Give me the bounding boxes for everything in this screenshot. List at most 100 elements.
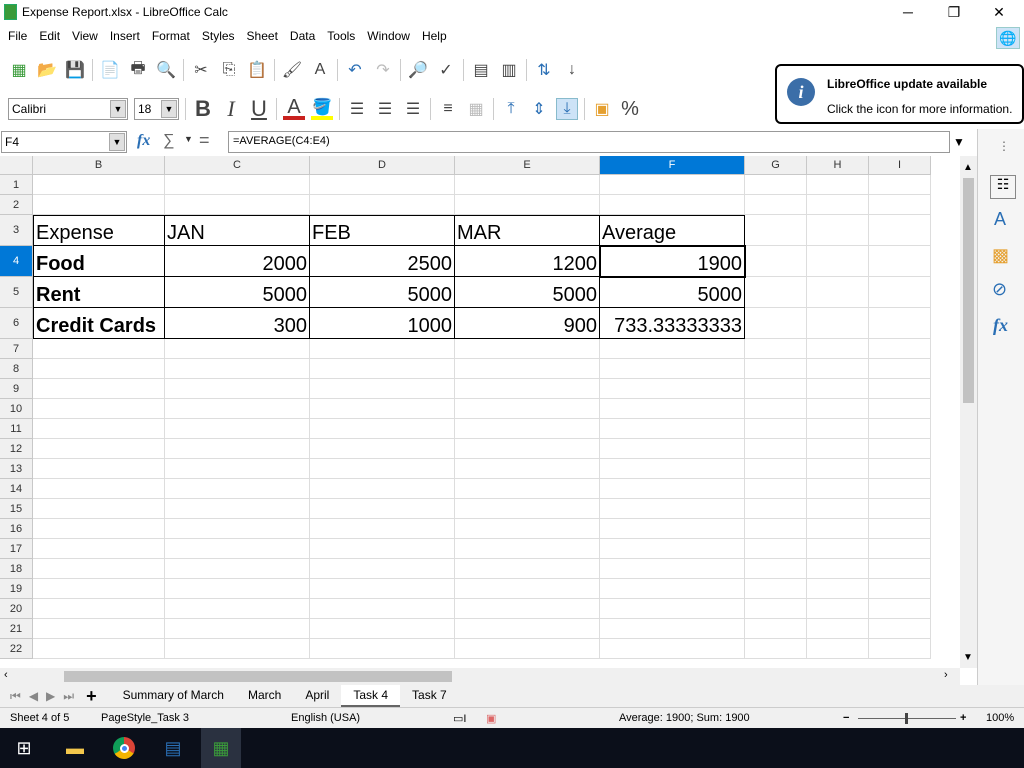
zoom-level[interactable]: 100%: [986, 712, 1014, 724]
menu-insert[interactable]: Insert: [104, 25, 146, 49]
row-icon[interactable]: ▤: [470, 59, 492, 81]
cell[interactable]: [33, 399, 165, 419]
cell[interactable]: [310, 459, 455, 479]
cell[interactable]: [165, 639, 310, 659]
cell[interactable]: [869, 619, 931, 639]
sheet-tab[interactable]: Summary of March: [111, 685, 236, 708]
cell[interactable]: [165, 559, 310, 579]
cell[interactable]: [33, 459, 165, 479]
cell[interactable]: [600, 439, 745, 459]
sheet-tab[interactable]: Task 7: [400, 685, 459, 708]
cell[interactable]: [310, 399, 455, 419]
select-all-corner[interactable]: [0, 156, 33, 175]
row-header[interactable]: 17: [0, 539, 33, 559]
cell[interactable]: [869, 175, 931, 195]
cell[interactable]: [745, 439, 807, 459]
currency-icon[interactable]: ▣: [591, 98, 613, 120]
cell[interactable]: [310, 359, 455, 379]
selection-mode-icon[interactable]: ▭I: [453, 712, 466, 725]
print-icon[interactable]: 🖶: [127, 59, 149, 81]
cell[interactable]: [807, 379, 869, 399]
menu-tools[interactable]: Tools: [321, 25, 361, 49]
cell[interactable]: [869, 579, 931, 599]
zoom-out-icon[interactable]: −: [843, 712, 849, 724]
cell[interactable]: [869, 215, 931, 246]
print-preview-icon[interactable]: 🔍: [155, 59, 177, 81]
row-header[interactable]: 5: [0, 277, 33, 308]
column-header[interactable]: G: [745, 156, 807, 175]
sort-icon[interactable]: ⇅: [533, 59, 555, 81]
cell[interactable]: [165, 619, 310, 639]
cell[interactable]: [165, 519, 310, 539]
cell[interactable]: [600, 359, 745, 379]
column-header[interactable]: H: [807, 156, 869, 175]
previous-sheet-icon[interactable]: ◀: [29, 689, 38, 703]
underline-button[interactable]: U: [248, 96, 270, 121]
cell[interactable]: [807, 459, 869, 479]
cell[interactable]: [165, 539, 310, 559]
row-header[interactable]: 10: [0, 399, 33, 419]
cell[interactable]: [807, 619, 869, 639]
cell[interactable]: [33, 579, 165, 599]
last-sheet-icon[interactable]: ⏭: [63, 689, 74, 704]
paste-icon[interactable]: 📋: [246, 59, 268, 81]
maximize-button[interactable]: ❐: [939, 2, 969, 22]
zoom-slider-handle[interactable]: [905, 713, 908, 724]
cell[interactable]: [869, 246, 931, 277]
cell[interactable]: [455, 195, 600, 215]
menu-format[interactable]: Format: [146, 25, 196, 49]
cell[interactable]: [745, 195, 807, 215]
cell[interactable]: [310, 419, 455, 439]
cell[interactable]: [869, 459, 931, 479]
cell[interactable]: [600, 175, 745, 195]
cell[interactable]: [745, 277, 807, 308]
cell[interactable]: [165, 439, 310, 459]
cell[interactable]: [455, 599, 600, 619]
column-header[interactable]: D: [310, 156, 455, 175]
font-color-button[interactable]: A: [283, 96, 305, 120]
italic-button[interactable]: I: [220, 96, 242, 121]
table-cell[interactable]: 300: [165, 308, 310, 339]
add-sheet-icon[interactable]: +: [86, 686, 97, 707]
cell[interactable]: [600, 619, 745, 639]
cell[interactable]: [600, 399, 745, 419]
cell[interactable]: [165, 399, 310, 419]
cell[interactable]: [33, 559, 165, 579]
table-cell[interactable]: 1200: [455, 246, 600, 277]
cell[interactable]: [807, 499, 869, 519]
cell[interactable]: [165, 599, 310, 619]
cell[interactable]: [745, 619, 807, 639]
cell[interactable]: [165, 379, 310, 399]
cell[interactable]: [33, 379, 165, 399]
sheet-tab[interactable]: April: [293, 685, 341, 708]
horizontal-scrollbar[interactable]: ‹ ›: [0, 668, 960, 685]
cell[interactable]: [165, 339, 310, 359]
highlight-icon[interactable]: 🪣: [311, 98, 333, 120]
cell[interactable]: [33, 619, 165, 639]
cell[interactable]: [310, 639, 455, 659]
cell[interactable]: [600, 539, 745, 559]
table-cell[interactable]: Average: [600, 215, 745, 246]
align-center-icon[interactable]: ☰: [374, 98, 396, 120]
cell[interactable]: [745, 339, 807, 359]
row-header[interactable]: 3: [0, 215, 33, 246]
row-header[interactable]: 1: [0, 175, 33, 195]
table-cell[interactable]: FEB: [310, 215, 455, 246]
table-cell[interactable]: 5000: [165, 277, 310, 308]
row-header[interactable]: 18: [0, 559, 33, 579]
row-header[interactable]: 15: [0, 499, 33, 519]
cell[interactable]: [310, 439, 455, 459]
menu-file[interactable]: File: [2, 25, 33, 49]
menu-window[interactable]: Window: [361, 25, 416, 49]
scroll-up-icon[interactable]: ▲: [963, 162, 973, 173]
cell[interactable]: [807, 479, 869, 499]
cell[interactable]: [33, 599, 165, 619]
cell[interactable]: [807, 175, 869, 195]
language[interactable]: English (USA): [291, 712, 360, 724]
sum-icon[interactable]: ∑: [163, 132, 174, 150]
table-cell[interactable]: 5000: [455, 277, 600, 308]
cell[interactable]: [745, 359, 807, 379]
table-cell[interactable]: 900: [455, 308, 600, 339]
column-header[interactable]: E: [455, 156, 600, 175]
cell[interactable]: [165, 195, 310, 215]
